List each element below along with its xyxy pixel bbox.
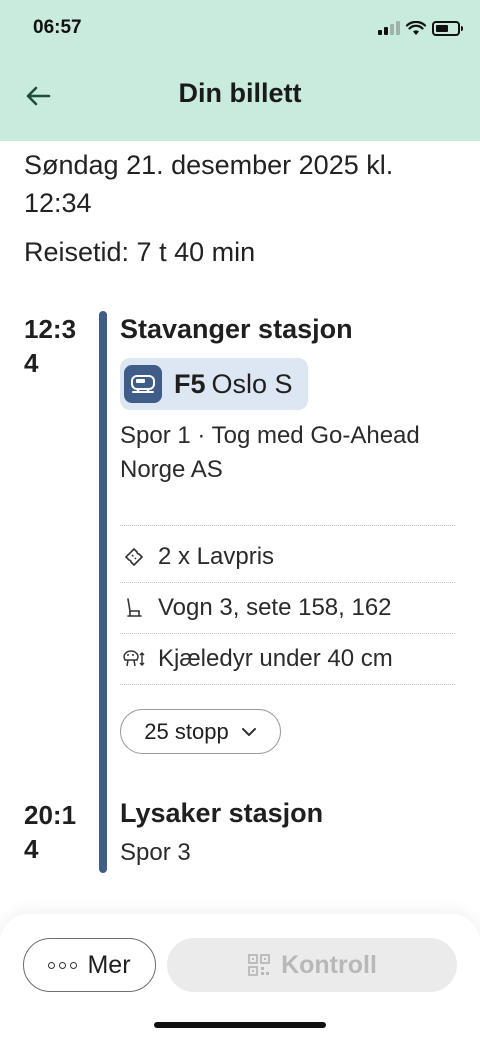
timeline-bar [99,311,107,873]
pet-icon [120,645,148,673]
seat-icon [120,594,148,622]
line-chip: F5 Oslo S [120,358,308,410]
detail-ticket: 2 x Lavpris [120,532,274,582]
status-time: 06:57 [33,17,82,38]
travel-time: Reisetid: 7 t 40 min [24,237,256,267]
chevron-down-icon [241,727,256,736]
stops-label: 25 stopp [144,718,229,744]
departure-station: Stavanger stasjon [120,314,353,344]
more-dots-icon [48,961,78,969]
divider [120,684,455,685]
more-label: Mer [87,950,131,979]
status-icons [378,19,463,37]
arrival-station: Lysaker stasjon [120,798,324,828]
battery-icon [432,20,463,36]
stops-toggle-button[interactable]: 25 stopp [120,709,281,754]
divider [120,525,455,526]
ticket-icon [120,543,148,571]
kontroll-button[interactable]: Kontroll [167,938,457,992]
departure-time: 12:34 [24,314,77,378]
home-indicator [154,1022,326,1028]
detail-seat: Vogn 3, sete 158, 162 [120,583,392,633]
track-operator: Spor 1 · Tog med Go-Ahead Norge AS [120,422,420,483]
kontroll-label: Kontroll [281,950,377,979]
qr-code-icon [248,954,270,976]
line-code: F5 [174,368,206,399]
detail-label: Kjæledyr under 40 cm [158,645,393,672]
train-icon [124,365,162,403]
arrival-time: 20:14 [24,800,77,864]
more-button[interactable]: Mer [23,938,156,992]
detail-pet: Kjæledyr under 40 cm [120,634,393,684]
cellular-signal-icon [378,21,400,35]
detail-label: Vogn 3, sete 158, 162 [158,594,392,621]
page-title: Din billett [178,78,302,108]
detail-label: 2 x Lavpris [158,543,275,570]
line-destination: Oslo S [211,368,293,399]
trip-date: Søndag 21. desember 2025 kl. 12:34 [24,150,394,218]
arrival-track: Spor 3 [120,839,191,866]
wifi-icon [406,20,426,35]
